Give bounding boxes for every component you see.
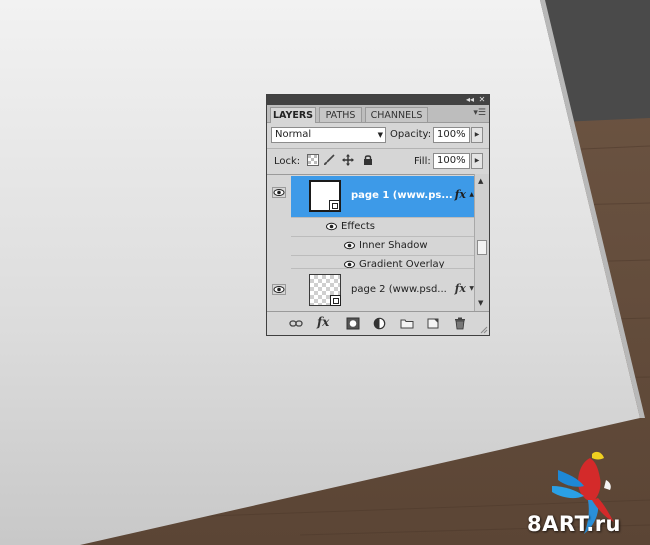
layer-name: page 2 (www.psd... — [351, 284, 447, 295]
opacity-slider-button[interactable]: ▶ — [471, 127, 483, 143]
effects-row[interactable]: Effects — [291, 217, 474, 237]
effects-label: Effects — [341, 221, 375, 232]
layer-2-visibility-eye-icon[interactable] — [272, 284, 286, 295]
divider — [267, 148, 489, 149]
fill-input[interactable]: 100% — [433, 153, 470, 169]
watermark-text: 8ART.ru — [527, 512, 622, 536]
smart-object-icon — [330, 295, 341, 306]
tab-channels[interactable]: CHANNELS — [365, 107, 428, 122]
panel-menu-icon[interactable]: ▾☰ — [473, 108, 486, 118]
layer-thumbnail — [309, 274, 341, 306]
tab-paths[interactable]: PATHS — [319, 107, 362, 122]
panel-tabs: LAYERS PATHS CHANNELS ▾☰ — [267, 105, 489, 123]
lock-label: Lock: — [274, 156, 301, 167]
collapse-icon[interactable]: ◂◂ — [464, 95, 476, 105]
lock-image-pixels-icon[interactable] — [323, 154, 335, 166]
scrollbar-thumb[interactable] — [477, 240, 487, 255]
smart-object-icon — [329, 200, 340, 211]
effect-inner-shadow[interactable]: Inner Shadow — [291, 236, 474, 256]
layer-row-page-1[interactable]: page 1 (www.ps... fx ▲ — [291, 176, 474, 217]
link-layers-icon[interactable] — [289, 317, 303, 330]
blend-mode-select[interactable]: Normal ▼ — [271, 127, 386, 143]
delete-layer-trash-icon[interactable] — [453, 317, 467, 330]
lock-position-icon[interactable] — [342, 154, 354, 166]
new-group-folder-icon[interactable] — [400, 317, 414, 330]
opacity-label: Opacity: — [390, 129, 432, 140]
layer-name: page 1 (www.ps... — [351, 190, 453, 201]
create-new-layer-icon[interactable] — [426, 317, 440, 330]
layer-1-visibility-eye-icon[interactable] — [272, 187, 286, 198]
effects-visibility-eye-icon[interactable] — [326, 222, 337, 231]
blend-mode-value: Normal — [275, 129, 312, 140]
effect-label: Inner Shadow — [359, 240, 428, 251]
add-layer-style-fx-icon[interactable]: fx — [317, 315, 331, 329]
scroll-up-arrow-icon[interactable]: ▲ — [478, 177, 483, 185]
layer-effects-fx-icon[interactable]: fx — [455, 188, 466, 201]
tab-layers[interactable]: LAYERS — [270, 107, 316, 123]
layers-list: page 1 (www.ps... fx ▲ Effects Inner Sha… — [267, 174, 474, 312]
layer-thumbnail — [309, 180, 341, 212]
resize-grip-icon[interactable] — [480, 326, 488, 334]
add-layer-mask-icon[interactable] — [346, 317, 360, 330]
layer-effects-fx-icon[interactable]: fx — [455, 282, 466, 295]
panel-title-bar[interactable]: ◂◂ ✕ — [267, 95, 489, 105]
layers-scrollbar[interactable]: ▲ ▼ — [474, 174, 489, 311]
scroll-down-arrow-icon[interactable]: ▼ — [478, 299, 483, 307]
new-adjustment-layer-icon[interactable] — [373, 317, 387, 330]
layer-row-page-2[interactable]: page 2 (www.psd... fx ▼ — [291, 268, 474, 311]
lock-all-icon[interactable] — [362, 154, 374, 166]
inner-shadow-visibility-eye-icon[interactable] — [344, 241, 355, 250]
lock-transparent-pixels-icon[interactable] — [307, 154, 319, 166]
opacity-input[interactable]: 100% — [433, 127, 470, 143]
fill-label: Fill: — [414, 156, 431, 167]
dropdown-arrow-icon: ▼ — [377, 131, 383, 139]
close-icon[interactable]: ✕ — [476, 95, 488, 105]
layers-panel: ◂◂ ✕ LAYERS PATHS CHANNELS ▾☰ Normal ▼ O… — [266, 94, 490, 336]
fill-slider-button[interactable]: ▶ — [471, 153, 483, 169]
layers-bottom-toolbar: fx — [267, 311, 489, 335]
